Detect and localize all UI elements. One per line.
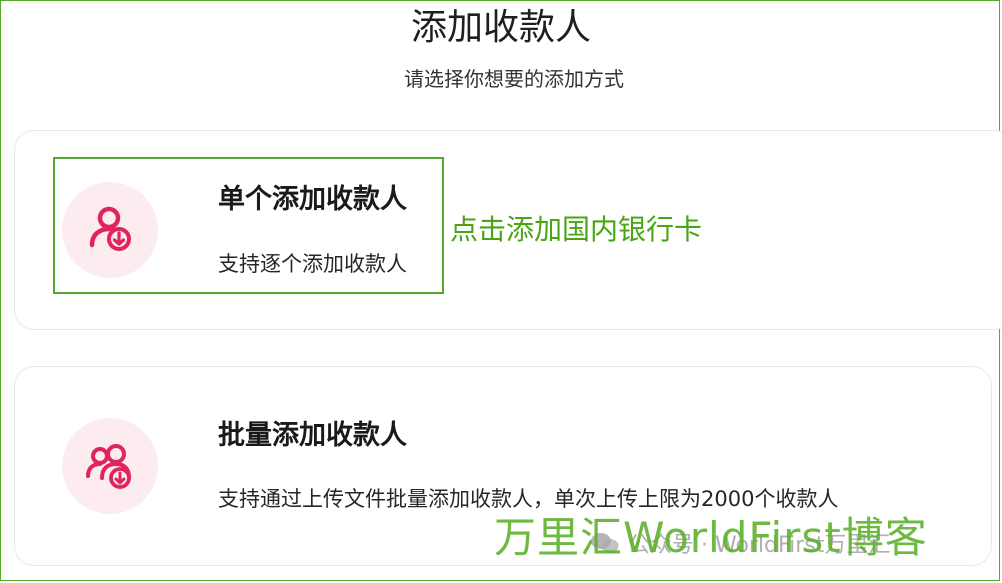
- annotation-label: 点击添加国内银行卡: [450, 213, 703, 246]
- watermark-text: 万里汇WorldFirst博客: [494, 513, 928, 562]
- single-user-download-icon: [62, 182, 158, 278]
- option-title-single: 单个添加收款人: [218, 184, 407, 215]
- page-title: 添加收款人: [410, 7, 591, 48]
- multi-user-download-icon: [62, 418, 158, 514]
- page-subtitle: 请选择你想要的添加方式: [404, 67, 624, 91]
- option-desc-single: 支持逐个添加收款人: [218, 252, 407, 276]
- option-title-batch: 批量添加收款人: [218, 420, 407, 451]
